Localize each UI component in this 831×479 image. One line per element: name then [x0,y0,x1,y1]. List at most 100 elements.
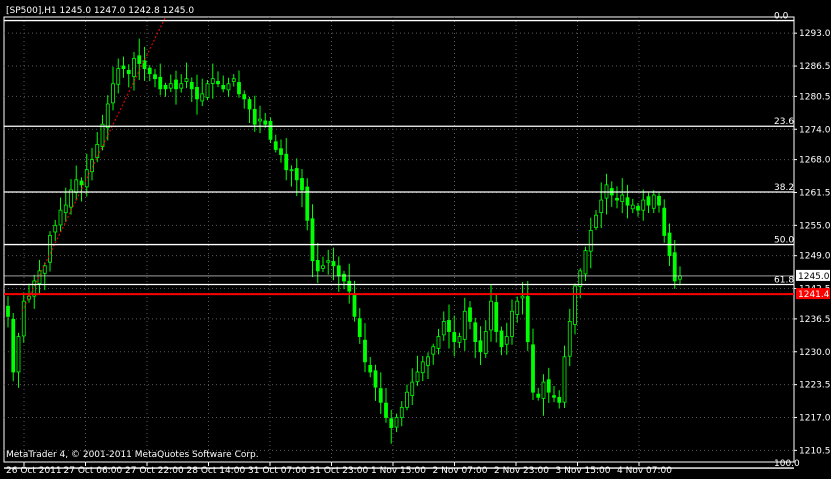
candle-body [646,196,651,206]
candle-body [195,86,199,100]
candle-body [588,229,593,252]
candle-body [158,76,163,90]
candle-body [189,81,194,90]
candle-body [636,206,640,211]
candle-body [79,180,84,186]
candle-body [168,83,173,89]
candle-body [363,339,367,363]
candle-body [258,118,262,122]
candle-body [389,418,394,429]
candle-body [6,305,10,317]
candle-body [289,169,294,172]
x-tick-label: 4 Nov 07:00 [617,466,672,476]
candle-body [473,322,478,343]
x-tick-label: 1 Nov 15:00 [371,466,426,476]
candle-body [284,153,289,171]
candle-body [210,78,215,84]
candle-body [226,83,231,91]
x-tick-label: 31 Oct 23:00 [310,466,369,476]
candle-body [536,393,541,398]
candle-body [531,344,535,393]
candle-body [153,74,157,80]
candle-body [441,321,446,336]
candle-body [520,295,525,299]
x-tick-label: 27 Oct 06:00 [64,466,123,476]
candle-body [132,58,136,77]
candle-body [242,94,247,100]
candle-body [562,356,567,403]
candle-body [405,391,409,408]
candle-body [483,331,488,354]
candle-body [494,302,499,332]
candle-body [394,417,399,428]
candle-body [16,336,21,373]
candle-body [457,336,462,343]
candle-body [11,318,16,373]
candle-body [111,83,115,104]
candle-body [510,310,514,337]
candle-body [552,395,556,398]
candle-body [237,82,241,95]
x-tick-label: 28 Oct 14:00 [187,466,246,476]
candle-body [336,265,341,277]
candle-body [326,260,331,263]
candle-body [431,346,436,355]
candle-body [137,55,142,64]
candle-body [221,85,226,90]
candle-body [231,78,236,82]
candle-body [399,406,404,419]
y-tick-label: 1223.5 [799,381,831,391]
candle-body [100,123,105,147]
candle-body [625,197,630,206]
candle-body [499,330,504,348]
candle-body [630,204,635,210]
candle-body [147,67,152,75]
candle-body [583,250,588,275]
candle-body [205,83,210,98]
y-tick-label: 1249.0 [799,252,831,262]
candle-body [105,103,110,129]
candle-body [478,340,483,353]
y-tick-label: 1217.0 [799,414,831,424]
y-tick-label: 1286.5 [799,62,831,72]
candle-body [452,332,457,343]
candle-body [615,197,619,201]
candle-body [515,300,520,315]
candle-body [641,199,646,211]
y-tick-label: 1274.0 [799,125,831,135]
x-tick-label: 31 Oct 07:00 [248,466,307,476]
candle-body [315,259,320,272]
y-tick-label: 1255.0 [799,221,831,231]
price-chart[interactable]: 0.0 23.6 38.2 50.0 61.8 100.0 1293.0 1286.5 128… [0,0,831,479]
candle-body [410,381,415,396]
y-tick-label: 1293.0 [799,29,831,39]
x-tick-label: 3 Nov 15:00 [556,466,611,476]
candle-body [300,178,304,191]
y-tick-label: 1268.0 [799,156,831,166]
candle-body [252,109,257,125]
candle-body [273,141,278,150]
x-tick-label: 2 Nov 23:00 [494,466,549,476]
candle-body [557,397,562,403]
candle-body [74,179,79,193]
candle-body [126,69,131,75]
y-tick-label: 1210.5 [799,446,831,456]
candle-body [657,195,661,206]
candle-body [489,300,493,331]
candle-body [216,80,220,85]
candle-body [247,99,252,110]
y-tick-label: 1261.5 [799,188,831,198]
current-price-tag: 1245.0 [796,269,830,282]
candle-body [368,365,373,373]
candle-body [279,148,283,155]
support-price-tag: 1241.4 [796,288,830,300]
candle-body [678,275,682,280]
candle-body [378,388,383,403]
candle-body [310,218,315,262]
candle-body [48,235,52,263]
candle-body [420,361,425,374]
y-tick-label: 1236.5 [799,315,831,325]
candle-body [662,207,667,236]
x-tick-label: 2 Nov 07:00 [433,466,488,476]
candle-body [53,224,58,233]
